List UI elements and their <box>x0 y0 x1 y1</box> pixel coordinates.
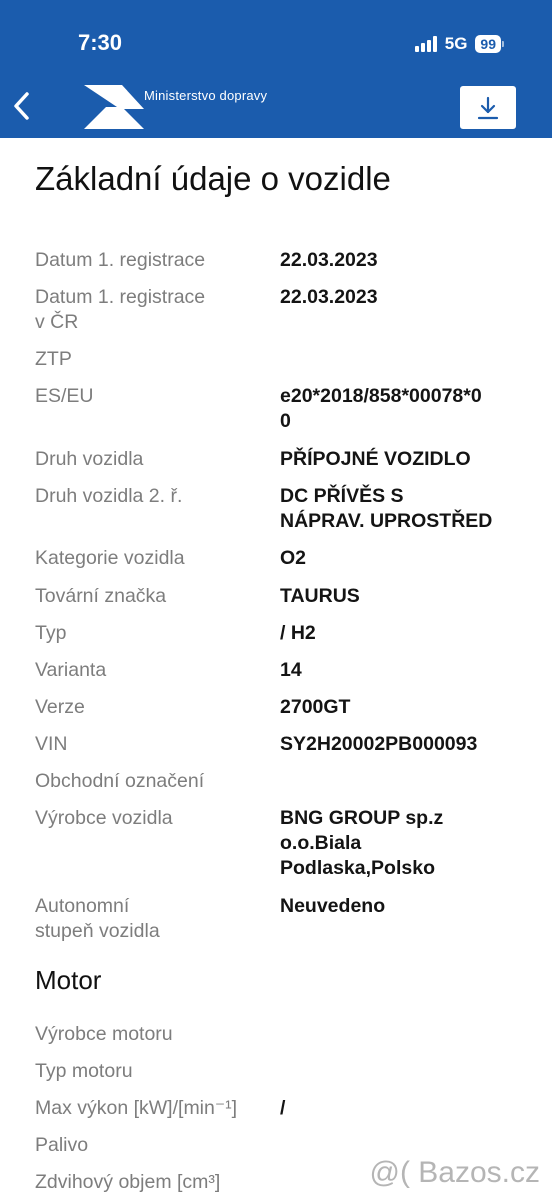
row-label: Druh vozidla 2. ř. <box>35 485 183 507</box>
row-label: Datum 1. registrace v ČR <box>35 286 206 333</box>
row-value: 2700GT <box>280 696 351 718</box>
row-label: ES/EU <box>35 385 94 407</box>
signal-icon <box>414 36 437 52</box>
row-label: Zdvihový objem [cm³] <box>35 1171 221 1193</box>
section-title-motor: Motor <box>35 965 102 995</box>
download-icon <box>477 96 499 119</box>
row-label: Max výkon [kW]/[min⁻¹] <box>35 1097 238 1119</box>
row-label: ZTP <box>35 348 72 370</box>
row-label: Tovární značka <box>35 585 167 607</box>
row-label: Druh vozidla <box>35 448 144 470</box>
page-title: Základní údaje o vozidle <box>35 160 391 197</box>
back-icon[interactable] <box>10 90 34 122</box>
row-label: Typ motoru <box>35 1060 133 1082</box>
row-label: Palivo <box>35 1134 89 1156</box>
row-label: Obchodní označení <box>35 770 205 792</box>
row-value: BNG GROUP sp.z o.o.Biala Podlaska,Polsko <box>280 807 444 879</box>
watermark: @( Bazos.cz <box>369 1156 541 1189</box>
download-button[interactable] <box>460 86 516 129</box>
row-label: Autonomní stupeň vozidla <box>35 895 160 942</box>
row-value: O2 <box>280 547 307 569</box>
row-value: / <box>280 1097 286 1119</box>
row-label: Typ <box>35 622 67 644</box>
battery-icon: 99 <box>475 35 504 53</box>
row-label: Varianta <box>35 659 107 681</box>
row-value: 22.03.2023 <box>280 286 378 308</box>
row-value: TAURUS <box>280 585 360 607</box>
row-label: VIN <box>35 733 68 755</box>
row-value: Neuvedeno <box>280 895 386 917</box>
row-value: PŘÍPOJNÉ VOZIDLO <box>280 448 471 470</box>
row-value: / H2 <box>280 622 316 644</box>
row-value: 22.03.2023 <box>280 249 378 271</box>
app-header: 7:30 5G 99 Ministerstvo dopravy <box>0 0 552 138</box>
status-time: 7:30 <box>78 30 123 55</box>
row-value: e20*2018/858*00078*0 0 <box>280 385 482 432</box>
row-label: Verze <box>35 696 85 718</box>
status-indicators: 5G 99 <box>414 34 504 54</box>
row-value: DC PŘÍVĚS S NÁPRAV. UPROSTŘED <box>280 485 493 532</box>
row-value: SY2H20002PB000093 <box>280 733 478 755</box>
ministry-logo-icon <box>82 83 146 131</box>
ministry-name: Ministerstvo dopravy <box>144 88 268 103</box>
row-label: Výrobce vozidla <box>35 807 173 829</box>
row-label: Kategorie vozidla <box>35 547 185 569</box>
row-value: 14 <box>280 659 302 681</box>
network-type: 5G <box>444 34 468 53</box>
row-label: Datum 1. registrace <box>35 249 206 271</box>
row-label: Výrobce motoru <box>35 1023 173 1045</box>
battery-level: 99 <box>475 35 501 53</box>
